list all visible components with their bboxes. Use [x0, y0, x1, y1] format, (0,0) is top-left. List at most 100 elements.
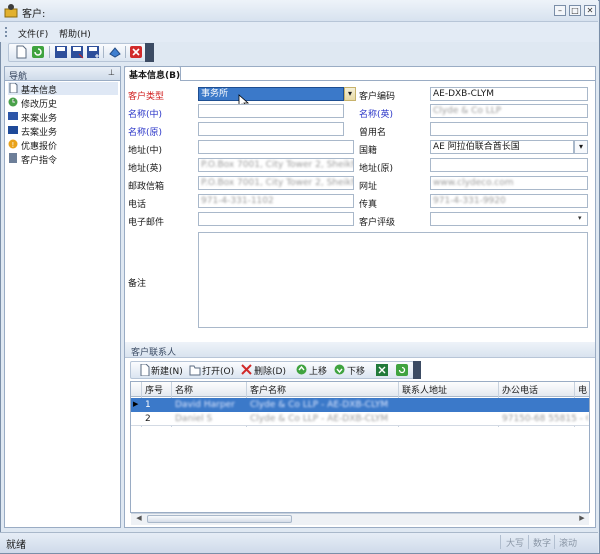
- name-en-value: Clyde & Co LLP: [433, 106, 501, 116]
- move-up-button[interactable]: 上移: [309, 364, 327, 377]
- delete-contact-button[interactable]: 删除(D): [254, 364, 286, 377]
- scroll-right-icon[interactable]: ▶: [576, 514, 588, 524]
- nav-item-history[interactable]: 修改历史: [8, 96, 118, 109]
- column-header-phone[interactable]: 办公电话: [502, 383, 538, 396]
- lookup-icon[interactable]: [108, 45, 122, 59]
- row-name: Daniel S: [175, 414, 212, 424]
- incoming-case-icon: [8, 111, 18, 121]
- column-header-more[interactable]: 电: [578, 383, 587, 396]
- customer-code-field[interactable]: AE-DXB-CLYM: [430, 87, 588, 101]
- navigation-title: 导航: [9, 69, 27, 82]
- addr-orig-label: 地址(原): [359, 161, 393, 174]
- former-name-field[interactable]: [430, 122, 588, 136]
- toolbar-separator: [49, 46, 50, 58]
- contacts-section-header: [125, 342, 595, 358]
- move-down-button[interactable]: 下移: [347, 364, 365, 377]
- row-phone: 97150-68 55815 - Ca: [502, 414, 588, 424]
- open-icon: [189, 364, 201, 376]
- nav-item-basic-info[interactable]: 基本信息: [8, 82, 118, 95]
- nationality-dropdown[interactable]: ▾: [574, 140, 588, 154]
- discount-icon: !: [8, 139, 18, 149]
- row-name: David Harper: [175, 400, 235, 410]
- tab-strip-line: [124, 80, 596, 81]
- refresh-contacts-icon[interactable]: [396, 364, 408, 376]
- website-value: www.clydeco.com: [433, 178, 514, 188]
- pin-icon[interactable]: ⊥: [108, 68, 115, 77]
- addr-en-field[interactable]: P.O.Box 7001, City Tower 2, Sheikh: [198, 158, 354, 172]
- name-orig-label: 名称(原): [128, 125, 162, 138]
- toolbar-overflow-button[interactable]: [145, 43, 154, 62]
- customer-type-field[interactable]: 事务所: [198, 87, 344, 101]
- scroll-thumb[interactable]: [147, 515, 292, 523]
- svg-text:!: !: [12, 141, 15, 149]
- column-header-customer[interactable]: 客户名称: [250, 383, 286, 396]
- delete-contact-icon: [241, 364, 252, 375]
- status-separator: [500, 535, 501, 549]
- contacts-toolbar-overflow[interactable]: [413, 361, 421, 379]
- scroll-indicator: 滚动: [559, 536, 577, 549]
- remark-textarea[interactable]: [198, 232, 588, 328]
- menu-file[interactable]: 文件(F): [18, 27, 48, 40]
- nav-item-incoming[interactable]: 来案业务: [8, 110, 118, 123]
- addr-cn-field[interactable]: [198, 140, 354, 154]
- nav-item-discount[interactable]: ! 优惠报价: [8, 138, 118, 151]
- fax-value: 971-4-331-9920: [433, 196, 506, 206]
- menu-grip: [5, 27, 8, 37]
- email-label: 电子邮件: [128, 215, 164, 228]
- nav-item-label: 优惠报价: [21, 139, 57, 152]
- customer-code-label: 客户编码: [359, 89, 395, 102]
- status-separator: [554, 535, 555, 549]
- minimize-button[interactable]: –: [554, 5, 566, 16]
- nav-item-label: 修改历史: [21, 97, 57, 110]
- addr-orig-field[interactable]: [430, 158, 588, 172]
- customer-type-label: 客户类型: [128, 89, 164, 102]
- rating-field[interactable]: [430, 212, 588, 226]
- window-title: 客户:: [22, 5, 45, 20]
- nav-item-label: 客户指令: [21, 153, 57, 166]
- name-en-label: 名称(英): [359, 107, 393, 120]
- addr-en-label: 地址(英): [128, 161, 162, 174]
- new-document-icon[interactable]: [14, 45, 28, 59]
- nav-item-instructions[interactable]: 客户指令: [8, 152, 118, 165]
- contacts-title: 客户联系人: [131, 345, 176, 358]
- name-orig-field[interactable]: [198, 122, 344, 136]
- fax-field[interactable]: 971-4-331-9920: [430, 194, 588, 208]
- caps-indicator: 大写: [506, 536, 524, 549]
- save-close-icon[interactable]: [70, 45, 84, 59]
- phone-label: 电话: [128, 197, 146, 210]
- new-contact-button[interactable]: 新建(N): [151, 364, 183, 377]
- open-contact-button[interactable]: 打开(O): [202, 364, 234, 377]
- phone-field[interactable]: 971-4-331-1102: [198, 194, 354, 208]
- tab-basic-info-label: 基本信息(B): [129, 68, 180, 81]
- maximize-button[interactable]: □: [569, 5, 581, 16]
- nationality-field[interactable]: AE 阿拉伯联合酋长国: [430, 140, 574, 154]
- toolbar-separator: [103, 46, 104, 58]
- addr-en-value: P.O.Box 7001, City Tower 2, Sheikh: [201, 160, 354, 170]
- name-cn-field[interactable]: [198, 104, 344, 118]
- scroll-left-icon[interactable]: ◀: [133, 514, 145, 524]
- close-window-button[interactable]: ✕: [584, 5, 596, 16]
- status-separator: [528, 535, 529, 549]
- column-header-address[interactable]: 联系人地址: [402, 383, 447, 396]
- email-field[interactable]: [198, 212, 354, 226]
- excel-export-icon[interactable]: [376, 364, 388, 376]
- website-field[interactable]: www.clydeco.com: [430, 176, 588, 190]
- delete-icon[interactable]: [129, 45, 143, 59]
- name-en-field[interactable]: Clyde & Co LLP: [430, 104, 588, 118]
- postal-field[interactable]: P.O.Box 7001, City Tower 2, Sheikh: [198, 176, 354, 190]
- rating-dropdown-icon[interactable]: ▾: [578, 214, 582, 222]
- nav-item-label: 去案业务: [21, 125, 57, 138]
- former-name-label: 曾用名: [359, 125, 386, 138]
- column-header-name[interactable]: 名称: [175, 383, 193, 396]
- save-icon[interactable]: [54, 45, 68, 59]
- refresh-icon[interactable]: [31, 45, 45, 59]
- save-new-icon[interactable]: [86, 45, 100, 59]
- customer-type-dropdown[interactable]: ▾: [344, 87, 356, 101]
- nav-item-label: 来案业务: [21, 111, 57, 124]
- nav-item-outgoing[interactable]: 去案业务: [8, 124, 118, 137]
- menu-help[interactable]: 帮助(H): [59, 27, 91, 40]
- fax-label: 传真: [359, 197, 377, 210]
- nationality-label: 国籍: [359, 143, 377, 156]
- addr-cn-label: 地址(中): [128, 143, 162, 156]
- column-header-no[interactable]: 序号: [145, 383, 163, 396]
